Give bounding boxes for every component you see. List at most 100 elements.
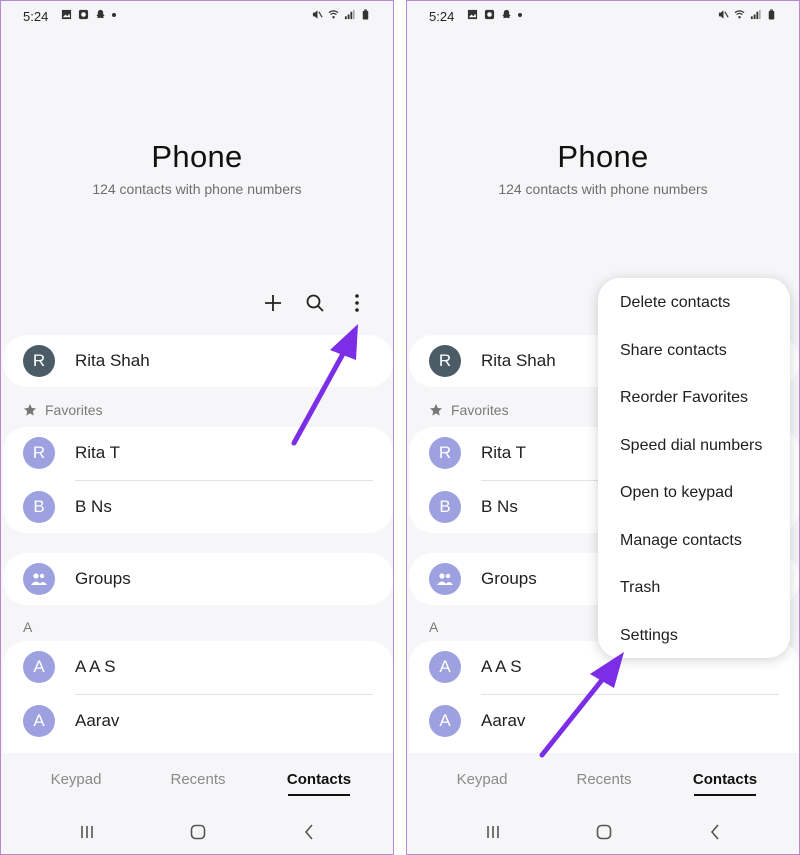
page-subtitle: 124 contacts with phone numbers	[92, 181, 302, 197]
contact-name: Aarav	[75, 711, 120, 730]
avatar: R	[429, 437, 461, 469]
profile-name: Rita Shah	[75, 351, 150, 370]
home-icon	[190, 824, 206, 840]
notification-icon	[484, 9, 495, 20]
plus-icon	[265, 295, 281, 311]
add-contact-button[interactable]	[261, 291, 285, 315]
favorites-header: Favorites	[23, 402, 103, 418]
signal-icon	[750, 9, 761, 20]
avatar: R	[23, 345, 55, 377]
page-subtitle: 124 contacts with phone numbers	[498, 181, 708, 197]
section-a-header: A	[429, 619, 438, 635]
signal-icon	[344, 9, 355, 20]
profile-card[interactable]: R Rita Shah	[3, 335, 393, 387]
tab-keypad[interactable]: Keypad	[427, 771, 537, 788]
contact-name: A A S	[481, 657, 522, 676]
recent-apps-button[interactable]	[67, 819, 107, 845]
tab-recents[interactable]: Recents	[549, 771, 659, 788]
gallery-icon	[467, 9, 478, 20]
home-button[interactable]	[178, 819, 218, 845]
contact-name: Rita T	[481, 443, 527, 462]
active-tab-indicator	[288, 794, 350, 796]
wifi-icon	[734, 10, 745, 19]
status-time: 5:24	[429, 9, 455, 24]
mute-icon	[312, 10, 323, 19]
back-icon	[304, 824, 313, 840]
avatar: R	[429, 345, 461, 377]
menu-item-delete-contacts[interactable]: Delete contacts	[620, 294, 730, 312]
bottom-tab-bar: Keypad Recents Contacts	[407, 771, 799, 801]
menu-item-manage-contacts[interactable]: Manage contacts	[620, 532, 742, 550]
status-bar: 5:24	[407, 1, 799, 31]
search-button[interactable]	[303, 291, 327, 315]
menu-item-settings[interactable]: Settings	[620, 627, 678, 645]
menu-item-share-contacts[interactable]: Share contacts	[620, 342, 727, 360]
menu-item-reorder-favorites[interactable]: Reorder Favorites	[620, 389, 748, 407]
avatar: A	[23, 651, 55, 683]
system-nav-bar	[1, 819, 393, 845]
list-item[interactable]: A Aarav	[409, 695, 799, 747]
profile-name: Rita Shah	[481, 351, 556, 370]
section-a-label: A	[23, 619, 33, 635]
wifi-icon	[328, 10, 339, 19]
avatar: B	[429, 491, 461, 523]
groups-row[interactable]: Groups	[3, 553, 393, 605]
list-item[interactable]: B B Ns	[3, 481, 393, 533]
section-a-header: A	[23, 619, 32, 635]
toolbar	[261, 291, 369, 315]
battery-icon	[768, 9, 775, 20]
recent-apps-icon	[487, 826, 499, 838]
more-options-button[interactable]	[345, 291, 369, 315]
tab-keypad[interactable]: Keypad	[21, 771, 131, 788]
notification-icon	[78, 9, 89, 20]
recent-apps-icon	[81, 826, 93, 838]
avatar: A	[23, 705, 55, 737]
list-item[interactable]: R Rita T	[3, 427, 393, 479]
tab-contacts[interactable]: Contacts	[670, 771, 780, 788]
contact-name: Rita T	[75, 443, 121, 462]
home-button[interactable]	[584, 819, 624, 845]
back-button[interactable]	[695, 819, 735, 845]
gallery-icon	[61, 9, 72, 20]
home-icon	[596, 824, 612, 840]
favorites-header: Favorites	[429, 402, 509, 418]
favorites-label: Favorites	[45, 402, 103, 418]
contact-name: B Ns	[481, 497, 518, 516]
title-area: Phone 124 contacts with phone numbers	[1, 139, 393, 197]
snapchat-icon	[96, 9, 105, 19]
star-icon	[430, 404, 442, 416]
back-icon	[710, 824, 719, 840]
people-icon	[437, 573, 453, 585]
menu-item-trash[interactable]: Trash	[620, 579, 660, 597]
more-notifications-dot	[112, 12, 116, 17]
people-icon	[31, 573, 47, 585]
groups-avatar	[429, 563, 461, 595]
back-button[interactable]	[289, 819, 329, 845]
status-bar: 5:24	[1, 1, 393, 31]
status-time: 5:24	[23, 9, 49, 24]
recent-apps-button[interactable]	[473, 819, 513, 845]
system-nav-bar	[407, 819, 799, 845]
list-item[interactable]: A Aarav	[3, 695, 393, 747]
more-vertical-icon	[355, 294, 359, 312]
page-title: Phone	[557, 139, 649, 174]
avatar: B	[23, 491, 55, 523]
tab-recents[interactable]: Recents	[143, 771, 253, 788]
contact-name: B Ns	[75, 497, 112, 516]
contacts-a-card: A A A S A Aarav	[3, 641, 393, 753]
menu-item-speed-dial-numbers[interactable]: Speed dial numbers	[620, 437, 762, 455]
title-area: Phone 124 contacts with phone numbers	[407, 139, 799, 197]
section-a-label: A	[429, 619, 439, 635]
list-item[interactable]: A A A S	[3, 641, 393, 693]
tab-contacts[interactable]: Contacts	[264, 771, 374, 788]
star-icon	[24, 404, 36, 416]
menu-item-open-to-keypad[interactable]: Open to keypad	[620, 484, 733, 502]
favorites-card: R Rita T B B Ns	[3, 427, 393, 533]
groups-card[interactable]: Groups	[3, 553, 393, 605]
active-tab-indicator	[694, 794, 756, 796]
bottom-tab-bar: Keypad Recents Contacts	[1, 771, 393, 801]
groups-avatar	[23, 563, 55, 595]
page-title: Phone	[151, 139, 243, 174]
contact-name: A A S	[75, 657, 116, 676]
profile-row[interactable]: R Rita Shah	[3, 335, 393, 387]
